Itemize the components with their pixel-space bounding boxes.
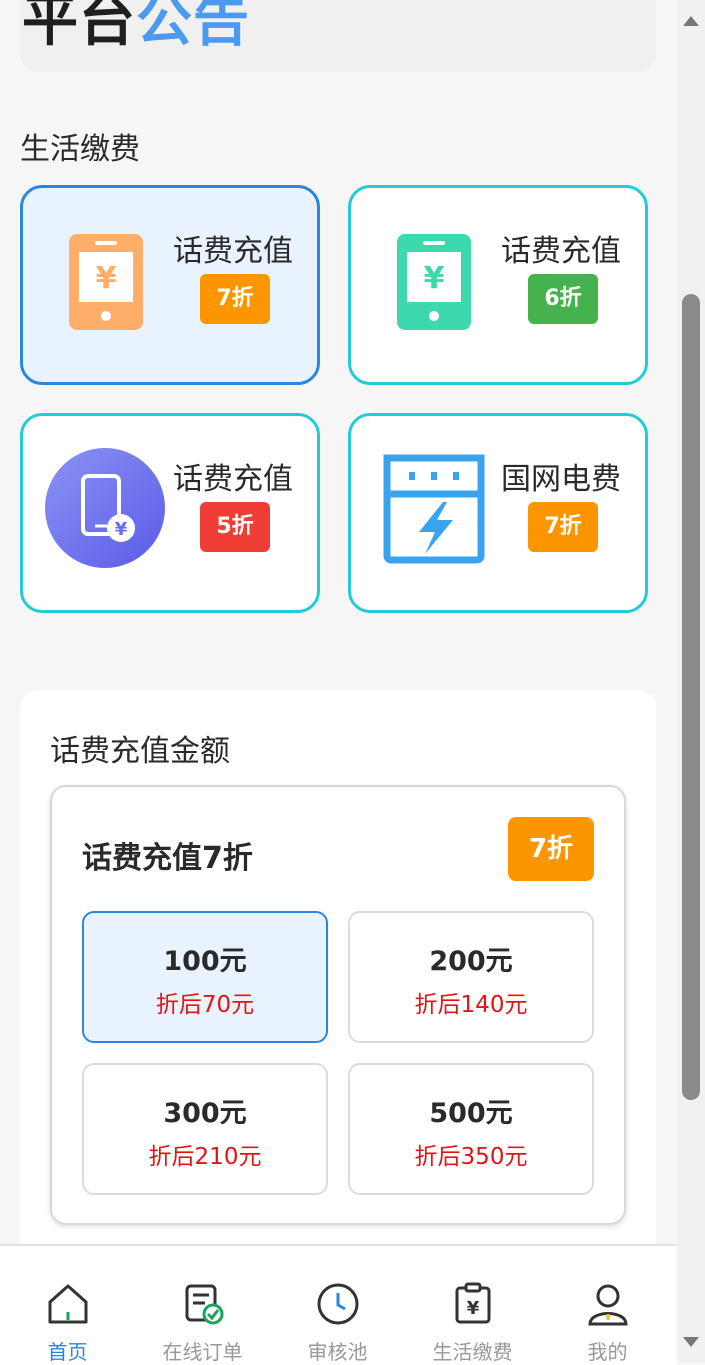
amount-option-200[interactable]: 200元 折后140元 [348,911,594,1043]
discount-badge: 5折 [200,502,270,552]
electric-meter-icon [383,454,485,564]
card-title: 话费充值7折 [82,841,253,876]
card-discount-badge: 7折 [508,817,594,881]
scroll-up-arrow-icon[interactable] [683,16,699,26]
tab-label: 在线订单 [162,1340,243,1364]
amount-value: 300元 [163,1098,247,1129]
amount-value: 500元 [429,1098,513,1129]
svg-text:¥: ¥ [467,1298,480,1319]
discount-badge: 7折 [200,274,270,324]
service-card-electricity[interactable]: 国网电费 7折 [348,413,648,613]
bill-yen-icon: ¥ [455,1282,491,1324]
home-icon [48,1284,88,1324]
tab-review-pool[interactable]: 审核池 [270,1246,405,1365]
recharge-amount-panel: 话费充值金额 话费充值7折 7折 100元 折后70元 200元 折后140元 … [20,690,656,1270]
discount-badge: 6折 [528,274,598,324]
amount-option-300[interactable]: 300元 折后210元 [82,1063,328,1195]
user-icon [588,1284,628,1326]
announcement-title: 平台公告 [22,0,250,56]
service-label: 话费充值 [173,234,293,269]
bottom-tab-bar: 首页 在线订单 审核池 ¥ 生活缴费 我的 [0,1244,677,1365]
announcement-title-part1: 平台 [22,0,136,54]
recharge-card: 话费充值7折 7折 100元 折后70元 200元 折后140元 300元 折后… [50,785,626,1225]
service-card-phone-recharge-5[interactable]: ¥ 话费充值 5折 [20,413,320,613]
discounted-price: 折后140元 [414,992,528,1018]
clock-icon [317,1283,359,1325]
service-label: 话费充值 [173,462,293,497]
amount-value: 100元 [163,946,247,977]
service-label: 话费充值 [501,234,621,269]
discount-badge: 7折 [528,502,598,552]
announcement-title-part2: 公告 [136,0,250,54]
tab-label: 我的 [587,1340,628,1364]
service-label: 国网电费 [501,462,621,497]
phone-recharge-green-icon: ¥ [397,234,471,330]
section-title: 生活缴费 [20,132,140,167]
service-card-phone-recharge-6[interactable]: ¥ 话费充值 6折 [348,185,648,385]
amount-option-500[interactable]: 500元 折后350元 [348,1063,594,1195]
discounted-price: 折后210元 [148,1144,262,1170]
scrollbar[interactable] [677,0,705,1363]
order-check-icon [185,1284,224,1325]
svg-text:¥: ¥ [96,261,117,296]
svg-text:¥: ¥ [115,519,128,540]
discounted-price: 折后350元 [414,1144,528,1170]
tab-label: 首页 [47,1340,88,1364]
tab-orders[interactable]: 在线订单 [135,1246,270,1365]
tab-label: 生活缴费 [432,1340,513,1364]
tab-label: 审核池 [307,1340,368,1364]
scroll-down-arrow-icon[interactable] [683,1337,699,1347]
amount-value: 200元 [429,946,513,977]
tab-life-payment[interactable]: ¥ 生活缴费 [405,1246,540,1365]
panel-title: 话费充值金额 [50,734,230,769]
scrollbar-thumb[interactable] [682,294,700,1100]
tab-mine[interactable]: 我的 [540,1246,675,1365]
discounted-price: 折后70元 [155,992,255,1018]
phone-recharge-orange-icon: ¥ [69,234,143,330]
svg-text:¥: ¥ [424,261,445,296]
amount-option-100[interactable]: 100元 折后70元 [82,911,328,1043]
tab-home[interactable]: 首页 [0,1246,135,1365]
service-card-phone-recharge-7[interactable]: ¥ 话费充值 7折 [20,185,320,385]
phone-recharge-purple-icon: ¥ [45,448,165,568]
